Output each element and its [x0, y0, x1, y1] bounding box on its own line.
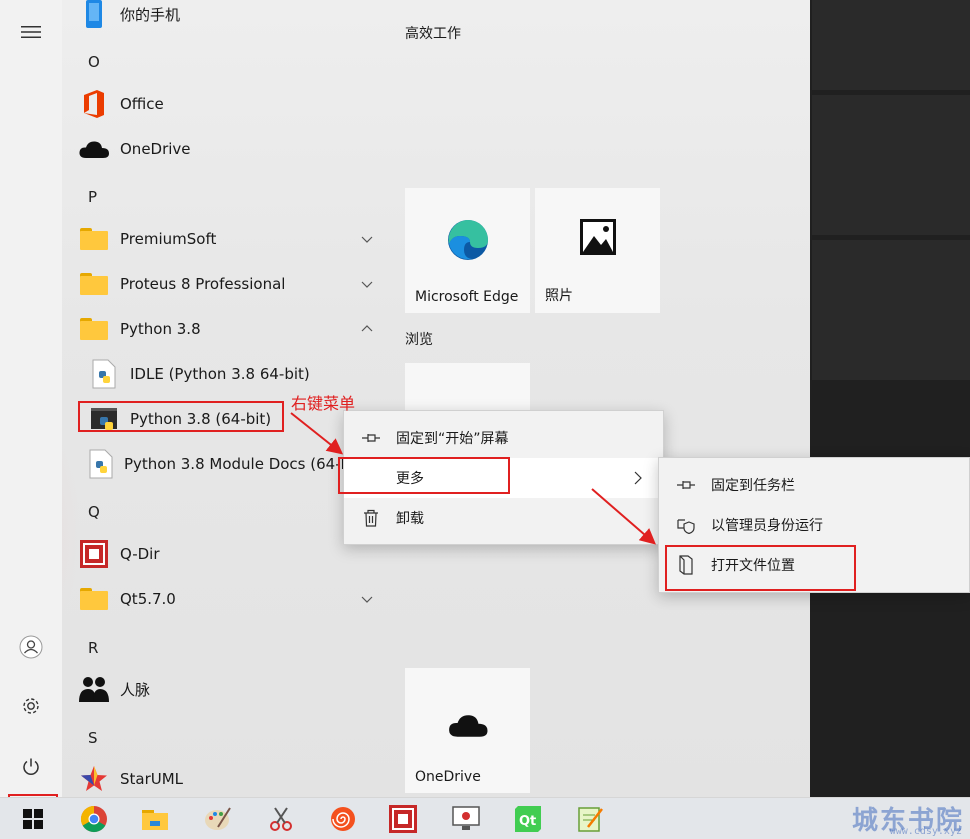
- taskbar-paint[interactable]: [198, 801, 238, 837]
- taskbar-app-monitor[interactable]: [446, 801, 486, 837]
- scissors-icon: [270, 807, 292, 831]
- svg-text:Qt: Qt: [519, 814, 536, 829]
- chrome-icon: [80, 805, 107, 833]
- arrow: [290, 412, 344, 455]
- taskbar-qt[interactable]: Qt: [508, 801, 548, 837]
- start-button[interactable]: [13, 801, 53, 837]
- taskbar-notepad[interactable]: [570, 801, 610, 837]
- palette-icon: [205, 807, 231, 830]
- taskbar: Qt: [0, 797, 970, 839]
- spiral-icon: [331, 807, 355, 831]
- qdir-icon: [389, 805, 417, 833]
- windows-icon: [23, 809, 43, 829]
- folder-icon: [142, 810, 168, 830]
- annotation-arrows: [290, 412, 657, 545]
- taskbar-explorer[interactable]: [135, 801, 175, 837]
- watermark-url: www.cdsy.xyz: [889, 826, 962, 837]
- notepad-icon: [578, 807, 603, 832]
- monitor-icon: [452, 806, 480, 830]
- taskbar-app-spiral[interactable]: [323, 801, 363, 837]
- qt-icon: Qt: [515, 806, 541, 832]
- taskbar-qdir[interactable]: [383, 801, 423, 837]
- taskbar-snipping[interactable]: [261, 801, 301, 837]
- arrow: [591, 488, 657, 545]
- taskbar-chrome[interactable]: [74, 801, 114, 837]
